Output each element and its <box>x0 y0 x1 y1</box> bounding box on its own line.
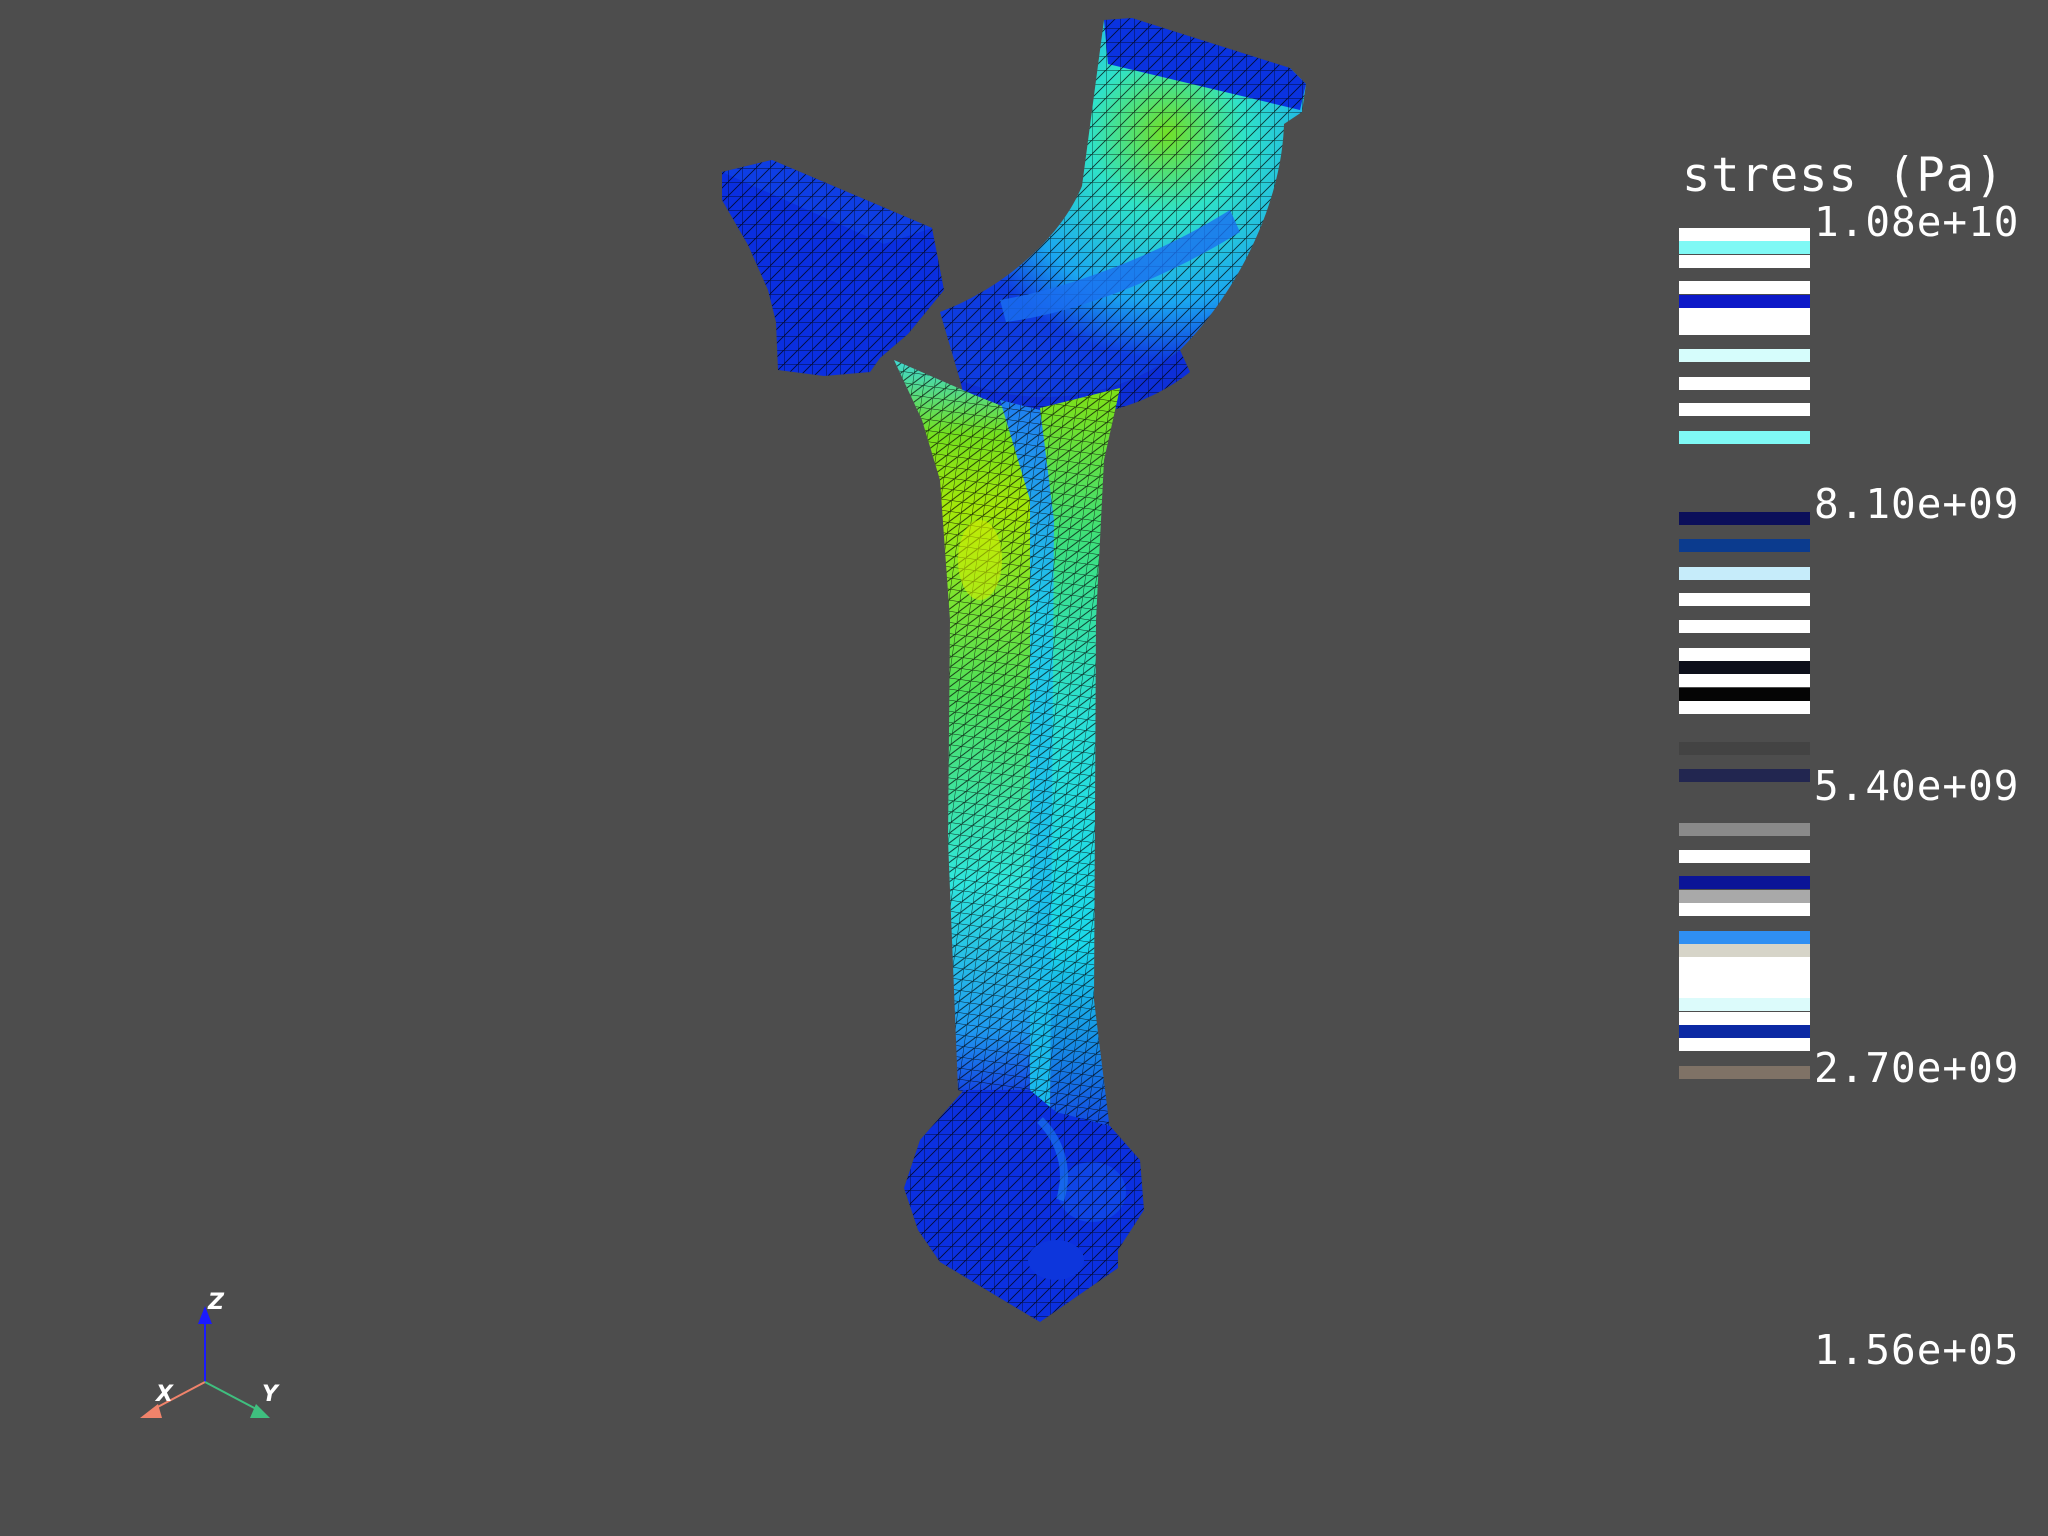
colorbar-band <box>1679 620 1810 633</box>
colorbar-band <box>1679 661 1810 674</box>
colorbar-band <box>1679 742 1810 755</box>
colorbar-band <box>1679 876 1810 889</box>
colorbar-band <box>1679 998 1810 1011</box>
z-axis-label: Z <box>208 1290 224 1315</box>
colorbar-band <box>1679 903 1810 916</box>
colorbar-band <box>1679 674 1810 687</box>
colorbar-band <box>1679 403 1810 416</box>
colorbar-band <box>1679 241 1810 254</box>
scalar-bar-label-1: 2.70e+09 <box>1814 1044 2020 1092</box>
colorbar-band <box>1679 431 1810 444</box>
colorbar-band <box>1679 512 1810 525</box>
colorbar-band <box>1679 769 1810 782</box>
y-axis-line <box>204 1381 259 1411</box>
colorbar-band <box>1679 1012 1810 1025</box>
scalar-bar-title: stress (Pa) <box>1682 148 2005 203</box>
colorbar-band <box>1679 701 1810 714</box>
colorbar-band <box>1679 1025 1810 1038</box>
scalar-bar-label-min: 1.56e+05 <box>1814 1326 2020 1374</box>
colorbar-band <box>1679 228 1810 241</box>
colorbar-band <box>1679 567 1810 580</box>
y-axis-label: Y <box>262 1382 278 1407</box>
colorbar-band <box>1679 308 1810 335</box>
scalar-bar-label-max: 1.08e+10 <box>1814 198 2020 246</box>
colorbar-band <box>1679 593 1810 606</box>
colorbar-band <box>1679 957 1810 998</box>
scalar-bar-colorbar[interactable] <box>1679 228 1810 1338</box>
x-axis-label: X <box>156 1382 173 1407</box>
colorbar-band <box>1679 688 1810 701</box>
scalar-bar-label-2: 5.40e+09 <box>1814 762 2020 810</box>
colorbar-band <box>1679 281 1810 294</box>
colorbar-band <box>1679 539 1810 552</box>
colorbar-band <box>1679 255 1810 268</box>
colorbar-band <box>1679 295 1810 308</box>
colorbar-band <box>1679 648 1810 661</box>
colorbar-band <box>1679 1038 1810 1051</box>
colorbar-band <box>1679 1066 1810 1079</box>
colorbar-band <box>1679 850 1810 863</box>
colorbar-band <box>1679 377 1810 390</box>
colorbar-band <box>1679 823 1810 836</box>
colorbar-band <box>1679 944 1810 957</box>
scalar-bar-label-3: 8.10e+09 <box>1814 480 2020 528</box>
colorbar-band <box>1679 931 1810 944</box>
colorbar-band <box>1679 349 1810 362</box>
connecting-rod-mesh[interactable] <box>722 18 1306 1322</box>
colorbar-band <box>1679 890 1810 903</box>
